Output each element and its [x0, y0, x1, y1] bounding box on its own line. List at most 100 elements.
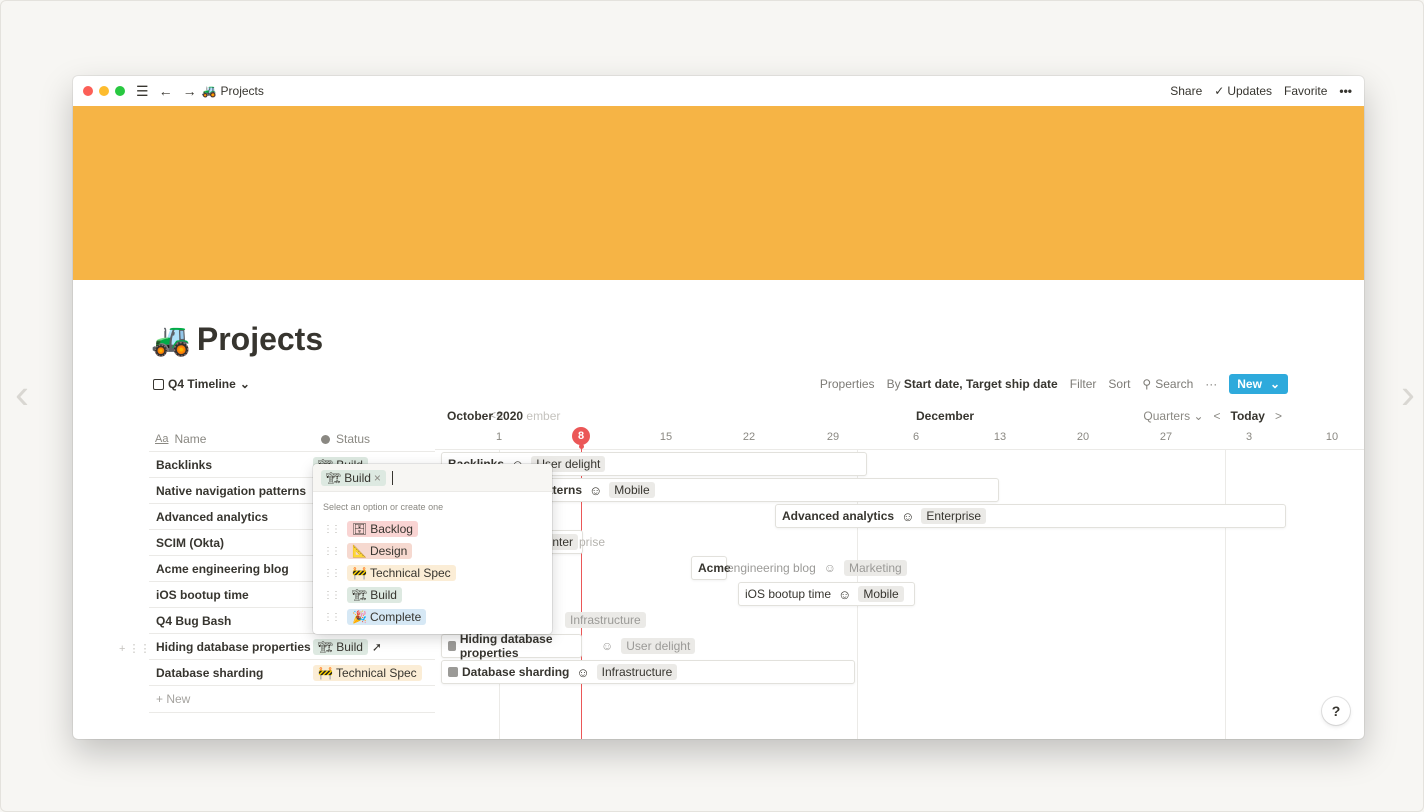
drag-handle-icon[interactable]: [448, 641, 456, 651]
drag-handle-icon[interactable]: ⋮⋮: [323, 590, 341, 601]
page-title-text: Projects: [196, 320, 324, 357]
backlog-icon: 🗄: [352, 522, 368, 536]
status-tag-label: Technical Spec: [335, 665, 417, 680]
drag-handle-icon[interactable]: ⋮⋮: [323, 546, 341, 557]
bar-title-overflow: engineering blog: [727, 561, 816, 575]
drag-handle-icon[interactable]: ⋮⋮: [323, 612, 341, 623]
new-row-button[interactable]: + New: [149, 685, 435, 713]
status-option[interactable]: ⋮⋮ 🏗 Build: [313, 584, 552, 606]
previous-period-icon[interactable]: <: [1214, 409, 1221, 423]
new-button[interactable]: New ⌄: [1229, 374, 1288, 394]
drag-handle-icon[interactable]: ⋮⋮: [323, 524, 341, 535]
drag-handle-icon[interactable]: [448, 667, 458, 677]
properties-button[interactable]: Properties: [820, 377, 875, 391]
row-name[interactable]: Backlinks: [149, 458, 313, 472]
tractor-icon[interactable]: 🚜: [151, 320, 191, 358]
today-marker: 8: [572, 427, 590, 445]
table-row[interactable]: Hiding database properties 🏗 Build ➚: [149, 633, 435, 659]
row-name[interactable]: Q4 Bug Bash: [149, 614, 313, 628]
day-label: 6: [912, 431, 920, 443]
next-slide-icon[interactable]: ›: [1401, 373, 1415, 415]
maximize-window-icon[interactable]: [115, 86, 125, 96]
more-options-icon[interactable]: •••: [1339, 84, 1352, 98]
row-name[interactable]: iOS bootup time: [149, 588, 313, 602]
day-label: 3: [1245, 431, 1253, 443]
remove-tag-icon[interactable]: ×: [374, 471, 381, 485]
selected-status-tag: 🏗 Build ×: [321, 469, 386, 486]
previous-slide-icon[interactable]: ‹: [15, 373, 29, 415]
menu-icon[interactable]: ☰: [136, 83, 149, 100]
by-value: Start date, Target ship date: [903, 377, 1058, 391]
row-drag-handle-icon[interactable]: + ⋮⋮: [119, 642, 150, 655]
status-option[interactable]: ⋮⋮ 📐 Design: [313, 540, 552, 562]
table-row[interactable]: Database sharding 🚧 Technical Spec: [149, 659, 435, 685]
bar-label-overflow: Infrastructure: [565, 609, 646, 631]
next-period-icon[interactable]: >: [1275, 409, 1282, 423]
status-property-icon: [321, 434, 330, 444]
avatar-icon: ☺: [901, 508, 915, 524]
row-name[interactable]: Hiding database properties: [149, 640, 313, 654]
view-more-icon[interactable]: ···: [1205, 377, 1217, 391]
search-button[interactable]: ⚲ Search: [1142, 377, 1193, 391]
option-label: Technical Spec: [369, 566, 451, 580]
day-label: 29: [826, 431, 840, 443]
status-option[interactable]: ⋮⋮ 🗄 Backlog: [313, 518, 552, 540]
bar-tag: Marketing: [844, 560, 907, 576]
bar-label-overflow: ☺ User delight: [601, 635, 696, 657]
back-icon[interactable]: ←: [159, 83, 173, 99]
name-column-label: Name: [174, 432, 207, 446]
timeline-header: October 2020 ember December 1 8 15 22 29…: [435, 398, 1364, 450]
mouse-cursor-icon: ➚: [371, 639, 382, 654]
updates-button[interactable]: ✓ Updates: [1214, 84, 1272, 98]
page-title[interactable]: 🚜 Projects: [151, 320, 323, 358]
timeline-bar-acme-blog[interactable]: Acme: [691, 556, 731, 580]
status-option[interactable]: ⋮⋮ 🎉 Complete: [313, 606, 552, 628]
build-icon: 🏗: [352, 588, 368, 602]
timeline-bar-hiding-properties[interactable]: Hiding database properties: [441, 632, 582, 660]
view-selector[interactable]: Q4 Timeline ⌄: [153, 377, 250, 391]
today-button[interactable]: Today: [1231, 409, 1265, 423]
option-label: Build: [370, 588, 397, 602]
text-property-icon: Aa: [155, 433, 169, 445]
timeline-bar-ios-bootup[interactable]: iOS bootup time ☺ Mobile: [738, 582, 915, 606]
help-button[interactable]: ?: [1322, 697, 1350, 725]
sort-button[interactable]: Sort: [1108, 377, 1130, 391]
minimize-window-icon[interactable]: [99, 86, 109, 96]
bar-tag-overflow: prise: [579, 535, 606, 549]
name-column-header[interactable]: Aa Name: [155, 432, 206, 446]
page-cover[interactable]: [73, 106, 1364, 280]
breadcrumb[interactable]: 🚜 Projects: [202, 84, 264, 98]
drag-handle-icon[interactable]: ⋮⋮: [323, 568, 341, 579]
row-name[interactable]: SCIM (Okta): [149, 536, 313, 550]
bar-tag: Mobile: [858, 586, 904, 602]
chevron-down-icon: ⌄: [239, 377, 250, 391]
row-name[interactable]: Advanced analytics: [149, 510, 313, 524]
timeline-view-icon: [153, 378, 164, 390]
status-tag[interactable]: 🚧 Technical Spec: [313, 664, 422, 681]
view-name-label: Q4 Timeline: [168, 377, 236, 391]
zoom-select[interactable]: Quarters ⌄: [1143, 409, 1203, 423]
status-select-input[interactable]: 🏗 Build ×: [313, 464, 552, 492]
option-tag: 🚧 Technical Spec: [347, 565, 456, 581]
timeline-bar-database-sharding[interactable]: Database sharding ☺ Infrastructure: [441, 660, 855, 684]
row-name[interactable]: Acme engineering blog: [149, 562, 313, 576]
status-column-header[interactable]: Status: [321, 432, 370, 446]
share-button[interactable]: Share: [1170, 84, 1202, 98]
row-name[interactable]: Native navigation patterns: [149, 484, 313, 498]
close-window-icon[interactable]: [83, 86, 93, 96]
avatar-icon: ☺: [576, 664, 590, 680]
new-button-label: New: [1237, 377, 1262, 391]
date-by-button[interactable]: By Start date, Target ship date: [887, 377, 1058, 391]
timeline-controls: Quarters ⌄ < Today >: [1143, 409, 1282, 423]
forward-icon[interactable]: →: [183, 83, 197, 99]
timeline-bar-advanced-analytics[interactable]: Advanced analytics ☺ Enterprise: [775, 504, 1286, 528]
option-tag: 🎉 Complete: [347, 609, 427, 625]
status-tag[interactable]: 🏗Build: [313, 638, 368, 655]
filter-button[interactable]: Filter: [1070, 377, 1097, 391]
row-name[interactable]: Database sharding: [149, 666, 313, 680]
new-chevron-icon[interactable]: ⌄: [1270, 377, 1280, 391]
day-label: 1: [495, 431, 503, 443]
favorite-button[interactable]: Favorite: [1284, 84, 1327, 98]
bar-title: Database sharding: [462, 665, 570, 679]
status-option[interactable]: ⋮⋮ 🚧 Technical Spec: [313, 562, 552, 584]
